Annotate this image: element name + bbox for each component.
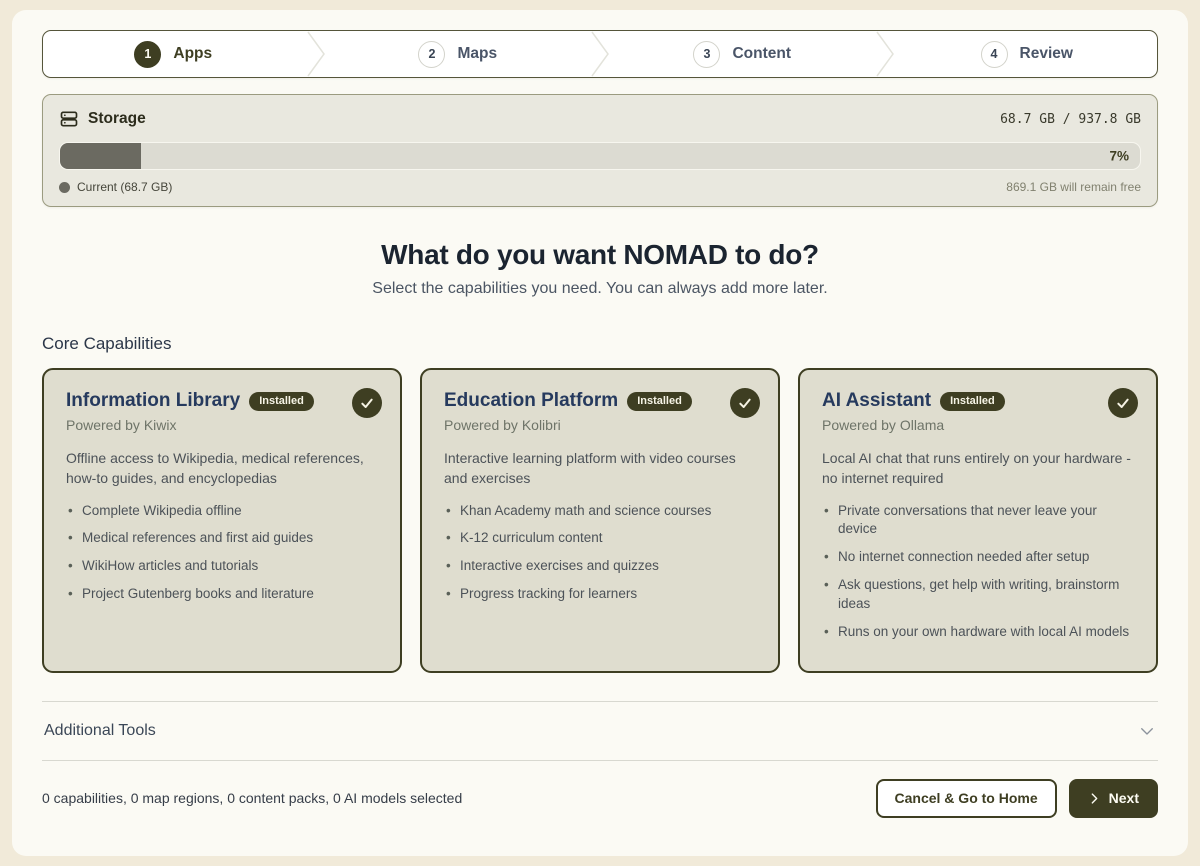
card-feature-list: Complete Wikipedia offline Medical refer…	[66, 502, 378, 605]
selected-check-icon	[730, 388, 760, 418]
step-number-badge: 2	[418, 41, 445, 68]
storage-remaining-note: 869.1 GB will remain free	[1006, 180, 1141, 194]
selection-summary: 0 capabilities, 0 map regions, 0 content…	[42, 790, 462, 806]
powered-by-text: Powered by Kolibri	[444, 417, 756, 433]
card-description: Offline access to Wikipedia, medical ref…	[66, 448, 378, 489]
card-bullet: Runs on your own hardware with local AI …	[822, 623, 1134, 642]
card-title: Education Platform	[444, 390, 618, 412]
installed-badge: Installed	[940, 392, 1005, 411]
storage-usage-text: 68.7 GB / 937.8 GB	[1000, 112, 1141, 127]
card-bullet: K-12 curriculum content	[444, 529, 756, 548]
storage-panel: Storage 68.7 GB / 937.8 GB 7% Current (6…	[42, 94, 1158, 207]
current-usage-dot	[59, 182, 70, 193]
step-label: Apps	[173, 45, 212, 63]
card-description: Local AI chat that runs entirely on your…	[822, 448, 1134, 489]
card-ai-assistant[interactable]: AI Assistant Installed Powered by Ollama…	[798, 368, 1158, 673]
selected-check-icon	[1108, 388, 1138, 418]
step-number-badge: 3	[693, 41, 720, 68]
card-bullet: Interactive exercises and quizzes	[444, 557, 756, 576]
selected-check-icon	[352, 388, 382, 418]
storage-title: Storage	[88, 110, 146, 128]
card-bullet: Complete Wikipedia offline	[66, 502, 378, 521]
setup-wizard-panel: 1 Apps 2 Maps 3 Content 4 Review	[12, 10, 1188, 856]
chevron-right-icon	[1088, 792, 1101, 805]
wizard-stepper: 1 Apps 2 Maps 3 Content 4 Review	[42, 30, 1158, 78]
step-separator-chevron-icon	[873, 31, 897, 77]
card-education-platform[interactable]: Education Platform Installed Powered by …	[420, 368, 780, 673]
additional-tools-toggle[interactable]: Additional Tools	[42, 701, 1158, 761]
step-label: Content	[732, 45, 791, 63]
step-content[interactable]: 3 Content	[612, 31, 873, 77]
card-bullet: No internet connection needed after setu…	[822, 548, 1134, 567]
card-information-library[interactable]: Information Library Installed Powered by…	[42, 368, 402, 673]
step-separator-chevron-icon	[588, 31, 612, 77]
storage-progress-bar: 7%	[59, 142, 1141, 170]
hard-drive-stack-icon	[59, 109, 79, 129]
card-description: Interactive learning platform with video…	[444, 448, 756, 489]
step-number-badge: 1	[134, 41, 161, 68]
core-capabilities-label: Core Capabilities	[42, 334, 1158, 354]
chevron-down-icon	[1138, 722, 1156, 740]
powered-by-text: Powered by Kiwix	[66, 417, 378, 433]
step-review[interactable]: 4 Review	[897, 31, 1158, 77]
card-bullet: Project Gutenberg books and literature	[66, 585, 378, 604]
card-bullet: WikiHow articles and tutorials	[66, 557, 378, 576]
storage-legend-current: Current (68.7 GB)	[77, 180, 172, 194]
storage-progress-fill	[60, 143, 141, 169]
card-feature-list: Khan Academy math and science courses K-…	[444, 502, 756, 605]
card-title: AI Assistant	[822, 390, 931, 412]
card-bullet: Progress tracking for learners	[444, 585, 756, 604]
step-label: Maps	[457, 45, 497, 63]
next-button[interactable]: Next	[1069, 779, 1158, 818]
next-button-label: Next	[1109, 790, 1139, 806]
installed-badge: Installed	[249, 392, 314, 411]
card-title: Information Library	[66, 390, 240, 412]
card-bullet: Ask questions, get help with writing, br…	[822, 576, 1134, 614]
additional-tools-label: Additional Tools	[44, 722, 156, 740]
powered-by-text: Powered by Ollama	[822, 417, 1134, 433]
capability-cards: Information Library Installed Powered by…	[42, 368, 1158, 673]
cancel-button-label: Cancel & Go to Home	[895, 790, 1038, 806]
page-subtitle: Select the capabilities you need. You ca…	[42, 280, 1158, 298]
step-number-badge: 4	[981, 41, 1008, 68]
card-bullet: Medical references and first aid guides	[66, 529, 378, 548]
storage-percent-label: 7%	[1109, 149, 1129, 164]
step-label: Review	[1020, 45, 1073, 63]
cancel-go-home-button[interactable]: Cancel & Go to Home	[876, 779, 1057, 818]
card-bullet: Private conversations that never leave y…	[822, 502, 1134, 540]
page-title: What do you want NOMAD to do?	[42, 239, 1158, 271]
step-apps[interactable]: 1 Apps	[43, 31, 304, 77]
card-bullet: Khan Academy math and science courses	[444, 502, 756, 521]
step-separator-chevron-icon	[304, 31, 328, 77]
card-feature-list: Private conversations that never leave y…	[822, 502, 1134, 642]
step-maps[interactable]: 2 Maps	[328, 31, 589, 77]
installed-badge: Installed	[627, 392, 692, 411]
